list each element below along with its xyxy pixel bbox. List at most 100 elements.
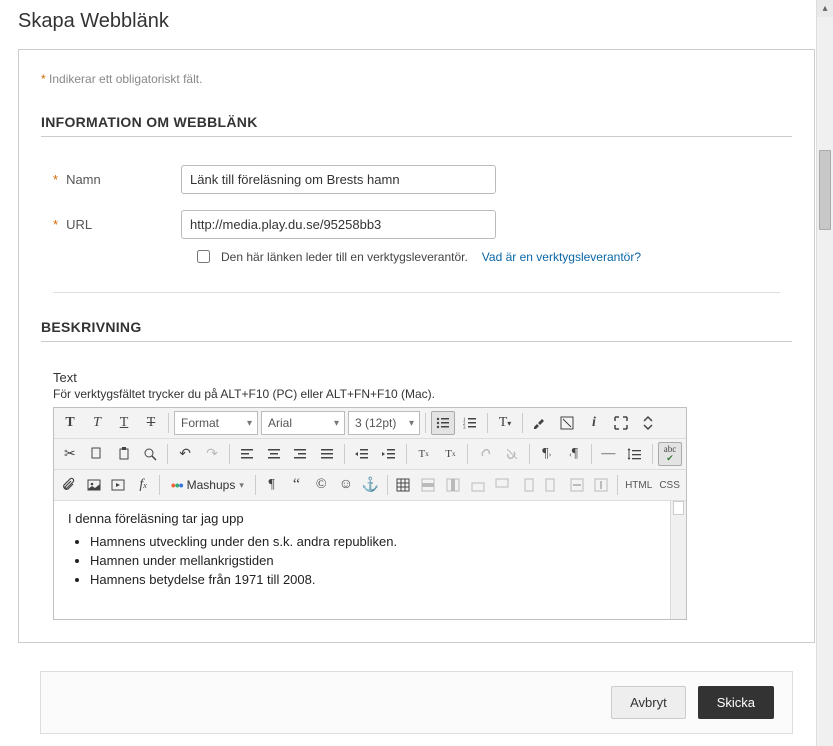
table-col-icon[interactable] xyxy=(442,473,464,497)
indent-icon[interactable] xyxy=(377,442,401,466)
table-insert-col-before-icon[interactable] xyxy=(516,473,538,497)
italic-icon[interactable]: T xyxy=(85,411,109,435)
submit-button[interactable]: Skicka xyxy=(698,686,774,719)
table-insert-col-after-icon[interactable] xyxy=(541,473,563,497)
collapse-icon[interactable] xyxy=(636,411,660,435)
formula-icon[interactable]: fx xyxy=(132,473,154,497)
field-row-name: * Namn xyxy=(41,165,792,194)
window-scrollbar[interactable]: ▴ xyxy=(816,0,833,746)
toolbar-row-3: fx ••• Mashups ▾ ¶ “ © ☺ ⚓ HTML xyxy=(54,470,686,501)
bullet-list-icon[interactable] xyxy=(431,411,455,435)
redo-icon[interactable]: ↷ xyxy=(200,442,224,466)
emoji-icon[interactable]: ☺ xyxy=(335,473,357,497)
css-button[interactable]: CSS xyxy=(657,473,682,497)
ltr-icon[interactable]: ¶› xyxy=(535,442,559,466)
separator xyxy=(255,475,256,495)
separator xyxy=(487,413,488,433)
separator xyxy=(387,475,388,495)
asterisk-icon: * xyxy=(53,172,58,187)
clear-format-icon[interactable] xyxy=(555,411,579,435)
editor-content-area[interactable]: I denna föreläsning tar jag upp Hamnens … xyxy=(54,501,686,619)
separator xyxy=(344,444,345,464)
table-delete-col-icon[interactable] xyxy=(590,473,612,497)
mashups-button[interactable]: ••• Mashups ▾ xyxy=(165,473,250,497)
tool-provider-checkbox[interactable] xyxy=(197,250,210,263)
table-delete-row-icon[interactable] xyxy=(566,473,588,497)
tool-provider-help-link[interactable]: Vad är en verktygsleverantör? xyxy=(482,250,641,264)
copy-icon[interactable] xyxy=(85,442,109,466)
strikethrough-icon[interactable]: T xyxy=(139,411,163,435)
copyright-icon[interactable]: © xyxy=(310,473,332,497)
bold-icon[interactable]: T xyxy=(58,411,82,435)
html-button[interactable]: HTML xyxy=(623,473,654,497)
scrollbar-thumb[interactable] xyxy=(673,501,684,515)
media-icon[interactable] xyxy=(108,473,130,497)
main-panel: * Indikerar ett obligatoriskt fält. INFO… xyxy=(18,49,815,643)
undo-icon[interactable]: ↶ xyxy=(173,442,197,466)
underline-icon[interactable]: T xyxy=(112,411,136,435)
info-icon[interactable]: i xyxy=(582,411,606,435)
editor-scrollbar[interactable] xyxy=(670,501,686,619)
outdent-icon[interactable] xyxy=(350,442,374,466)
toolbar-row-2: ✂ ↶ ↷ Tx Tx xyxy=(54,439,686,470)
format-select[interactable]: Format xyxy=(174,411,258,435)
field-row-url: * URL xyxy=(41,210,792,239)
scrollbar-thumb[interactable] xyxy=(819,150,831,230)
url-input[interactable] xyxy=(181,210,496,239)
cancel-button[interactable]: Avbryt xyxy=(611,686,686,719)
required-note-text: Indikerar ett obligatoriskt fält. xyxy=(49,72,202,86)
editor-bullet-list: Hamnens utveckling under den s.k. andra … xyxy=(90,534,672,587)
image-icon[interactable] xyxy=(83,473,105,497)
separator xyxy=(168,413,169,433)
find-icon[interactable] xyxy=(138,442,162,466)
url-label: * URL xyxy=(41,217,181,232)
font-select[interactable]: Arial xyxy=(261,411,345,435)
highlight-icon[interactable] xyxy=(528,411,552,435)
align-right-icon[interactable] xyxy=(288,442,312,466)
subscript-icon[interactable]: Tx xyxy=(439,442,463,466)
tool-provider-label: Den här länken leder till en verktygslev… xyxy=(221,250,468,264)
cut-icon[interactable]: ✂ xyxy=(58,442,82,466)
numbered-list-icon[interactable]: 123 xyxy=(458,411,482,435)
align-left-icon[interactable] xyxy=(235,442,259,466)
text-label: Text xyxy=(53,370,792,385)
table-icon[interactable] xyxy=(392,473,414,497)
size-select[interactable]: 3 (12pt) xyxy=(348,411,420,435)
spellcheck-icon[interactable]: abc✔ xyxy=(658,442,682,466)
align-center-icon[interactable] xyxy=(262,442,286,466)
section-header-description: BESKRIVNING xyxy=(41,319,792,342)
rtl-icon[interactable]: ‹¶ xyxy=(562,442,586,466)
separator xyxy=(529,444,530,464)
fullscreen-icon[interactable] xyxy=(609,411,633,435)
font-color-icon[interactable]: T▾ xyxy=(493,411,517,435)
attachment-icon[interactable] xyxy=(58,473,80,497)
separator xyxy=(167,444,168,464)
align-justify-icon[interactable] xyxy=(315,442,339,466)
name-input[interactable] xyxy=(181,165,496,194)
separator xyxy=(159,475,160,495)
separator xyxy=(591,444,592,464)
editor-intro-text: I denna föreläsning tar jag upp xyxy=(68,511,672,526)
table-insert-row-after-icon[interactable] xyxy=(491,473,513,497)
rich-text-editor: T T T T Format Arial 3 (12pt) 123 T▾ xyxy=(53,407,687,620)
list-item: Hamnen under mellankrigstiden xyxy=(90,553,672,568)
divider xyxy=(53,292,780,293)
scroll-up-icon[interactable]: ▴ xyxy=(817,0,833,17)
paragraph-icon[interactable]: ¶ xyxy=(261,473,283,497)
unlink-icon[interactable] xyxy=(500,442,524,466)
list-item: Hamnens betydelse från 1971 till 2008. xyxy=(90,572,672,587)
hr-icon[interactable]: — xyxy=(597,442,621,466)
line-spacing-icon[interactable] xyxy=(623,442,647,466)
separator xyxy=(425,413,426,433)
page-title: Skapa Webblänk xyxy=(0,0,833,49)
anchor-icon[interactable]: ⚓ xyxy=(360,473,382,497)
table-insert-row-before-icon[interactable] xyxy=(467,473,489,497)
paste-icon[interactable] xyxy=(112,442,136,466)
link-icon[interactable] xyxy=(473,442,497,466)
toolbar-row-1: T T T T Format Arial 3 (12pt) 123 T▾ xyxy=(54,408,686,439)
quote-icon[interactable]: “ xyxy=(286,473,308,497)
separator xyxy=(522,413,523,433)
table-row-icon[interactable] xyxy=(417,473,439,497)
svg-text:3: 3 xyxy=(463,426,466,431)
superscript-icon[interactable]: Tx xyxy=(412,442,436,466)
